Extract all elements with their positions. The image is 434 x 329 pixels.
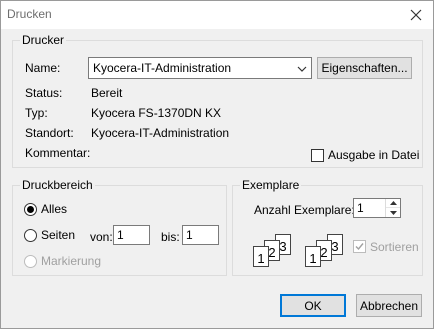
printer-group-label: Drucker [20,33,67,47]
cancel-button[interactable]: Abbrechen [356,294,422,317]
status-label: Status: [25,86,63,100]
collate-page-1: 1 [253,246,269,267]
copies-group-label: Exemplare [240,178,302,192]
name-label: Name: [25,61,61,75]
ok-button[interactable]: OK [280,294,346,317]
selection-radio-label[interactable]: Markierung [41,254,101,268]
print-to-file-label[interactable]: Ausgabe in Datei [328,148,419,162]
from-label: von: [90,230,113,244]
copies-count-spinner[interactable]: 1 [353,198,401,218]
caret-down-icon [389,210,397,215]
spinner-up-button[interactable] [386,199,400,208]
properties-button-label: Eigenschaften... [321,61,408,75]
title-bar[interactable]: Drucken [1,1,433,29]
printer-select-value: Kyocera-IT-Administration [93,61,232,75]
print-dialog: Drucken Drucker Name: Kyocera-IT-Adminis… [0,0,434,329]
checkmark-icon [355,243,364,251]
print-to-file-checkbox[interactable] [311,149,324,162]
comment-label: Kommentar: [25,146,91,160]
all-radio[interactable] [24,203,37,216]
copies-count-value: 1 [357,201,364,215]
type-label: Typ: [25,106,48,120]
collate-illustration-set-2: 3 2 1 [301,234,351,270]
to-input[interactable]: 1 [182,225,219,245]
from-input[interactable]: 1 [113,225,150,245]
collate-page-1: 1 [305,246,321,267]
copies-count-label: Anzahl Exemplare: [254,203,355,217]
all-radio-label[interactable]: Alles [41,202,67,216]
caret-up-icon [389,201,397,205]
ok-button-label: OK [304,298,322,313]
selection-radio[interactable] [24,255,37,268]
spinner-buttons [385,199,400,217]
window-title: Drucken [7,7,52,21]
pages-radio-label[interactable]: Seiten [41,228,75,242]
printer-select[interactable]: Kyocera-IT-Administration [88,57,312,79]
close-icon [410,9,422,21]
type-value: Kyocera FS-1370DN KX [91,106,222,120]
spinner-down-button[interactable] [386,208,400,217]
pages-radio[interactable] [24,229,37,242]
collate-checkbox[interactable] [353,240,366,253]
chevron-down-icon [297,66,307,72]
properties-button[interactable]: Eigenschaften... [317,57,412,79]
close-button[interactable] [405,4,427,26]
collate-illustration-set-1: 3 2 1 [249,234,299,270]
status-value: Bereit [91,86,123,100]
location-label: Standort: [25,126,74,140]
collate-label[interactable]: Sortieren [370,240,419,254]
print-range-group-label: Druckbereich [20,178,95,192]
location-value: Kyocera-IT-Administration [91,126,230,140]
cancel-button-label: Abbrechen [359,298,419,313]
to-label: bis: [161,230,180,244]
